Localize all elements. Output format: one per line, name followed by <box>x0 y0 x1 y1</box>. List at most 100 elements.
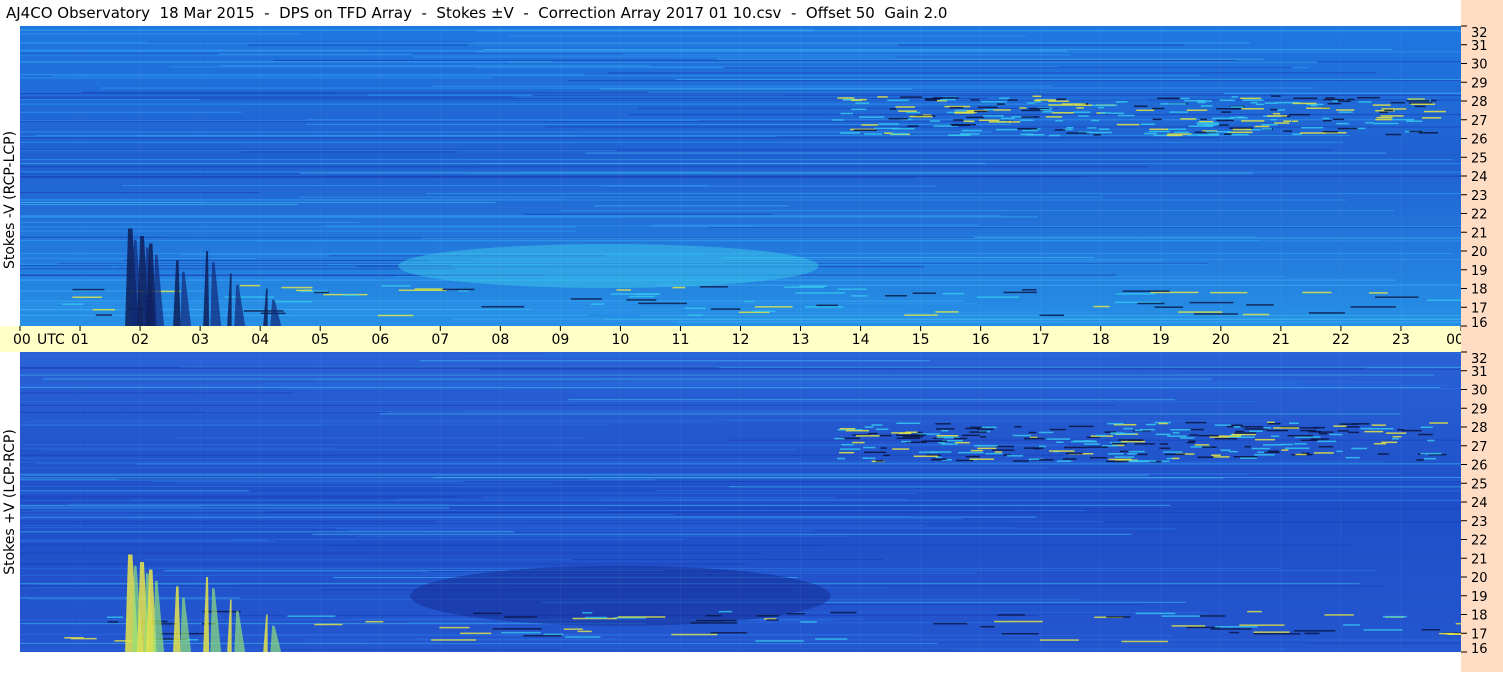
freq-tick-label: 23 <box>1471 515 1488 530</box>
rfi-line <box>800 621 816 623</box>
freq-tick-label: 17 <box>1471 627 1488 642</box>
activity-streak <box>1264 452 1279 454</box>
activity-streak <box>1165 454 1185 456</box>
rfi-line <box>1229 632 1239 634</box>
rfi-line <box>1247 611 1262 613</box>
activity-streak <box>1163 451 1183 453</box>
time-tick-label: 08 <box>491 332 509 348</box>
rfi-line <box>1155 306 1183 308</box>
freq-tick-label: 18 <box>1471 283 1488 298</box>
activity-streak <box>1073 440 1090 442</box>
time-tick-label: 11 <box>672 332 690 348</box>
activity-streak <box>878 123 899 125</box>
activity-streak <box>1282 449 1289 451</box>
noise-band <box>478 51 1461 52</box>
rfi-line <box>1343 624 1360 626</box>
freq-tick-label: 16 <box>1471 642 1488 657</box>
rfi-line <box>1040 639 1079 641</box>
time-tick-label: 14 <box>852 332 870 348</box>
noise-band <box>20 310 674 311</box>
rfi-line <box>885 295 907 297</box>
noise-band <box>20 204 298 205</box>
activity-streak <box>1086 132 1112 134</box>
activity-streak <box>1219 435 1241 437</box>
noise-band <box>20 387 1440 388</box>
noise-band <box>312 534 1131 535</box>
activity-streak <box>863 447 875 449</box>
activity-streak <box>1008 99 1018 101</box>
noise-band <box>20 475 1149 476</box>
noise-band <box>20 367 719 368</box>
activity-streak <box>1421 427 1433 429</box>
rfi-line <box>1116 293 1155 295</box>
noise-band <box>20 525 925 526</box>
top-panel-ylabel: Stokes -V (RCP-LCP) <box>2 131 18 269</box>
noise-band <box>52 75 1201 76</box>
activity-streak <box>1047 438 1070 440</box>
noise-band <box>594 205 789 206</box>
activity-streak <box>1167 135 1183 137</box>
time-tick-label: 18 <box>1092 332 1110 348</box>
activity-streak <box>1134 443 1154 445</box>
noise-band <box>20 486 739 487</box>
freq-tick-label: 16 <box>1471 316 1488 331</box>
activity-streak <box>876 460 884 462</box>
noise-band <box>545 126 1461 127</box>
activity-streak <box>1200 119 1207 121</box>
activity-streak <box>877 96 887 98</box>
noise-band <box>20 303 978 304</box>
freq-tick-label: 25 <box>1471 151 1488 166</box>
activity-streak <box>1300 132 1326 134</box>
activity-streak <box>1232 434 1256 436</box>
freq-tick-label: 22 <box>1471 208 1488 223</box>
activity-streak <box>1198 435 1219 437</box>
noise-band <box>563 649 1287 650</box>
noise-band <box>519 172 1461 173</box>
activity-streak <box>1300 427 1318 429</box>
activity-streak <box>1306 107 1330 109</box>
activity-streak <box>1091 120 1099 122</box>
noise-band <box>20 496 461 497</box>
rfi-line <box>591 303 605 305</box>
rfi-line <box>1305 633 1320 635</box>
activity-streak <box>1019 107 1026 109</box>
activity-streak <box>977 448 996 450</box>
activity-streak <box>1375 119 1392 121</box>
rfi-line <box>638 303 687 305</box>
rfi-line <box>1243 314 1269 316</box>
activity-streak <box>1050 429 1066 431</box>
noise-band <box>306 124 1011 125</box>
stokes-plus-v-spectrogram <box>20 352 1461 652</box>
rfi-line <box>752 310 775 312</box>
activity-streak <box>1216 120 1233 122</box>
activity-streak <box>1267 115 1287 117</box>
activity-streak <box>1084 443 1100 445</box>
activity-streak <box>1416 459 1424 461</box>
noise-band <box>20 166 1148 167</box>
activity-streak <box>1270 109 1277 111</box>
activity-streak <box>864 452 886 454</box>
activity-streak <box>936 428 955 430</box>
noise-band <box>20 33 300 34</box>
rfi-line <box>1194 313 1238 315</box>
rfi-line <box>816 305 838 307</box>
activity-streak <box>1271 435 1279 437</box>
noise-band <box>356 536 846 537</box>
activity-streak <box>1025 134 1044 136</box>
activity-streak <box>1402 430 1422 432</box>
activity-streak <box>1220 450 1230 452</box>
rfi-line <box>830 612 856 614</box>
rfi-line <box>64 637 83 639</box>
activity-streak <box>1014 426 1021 428</box>
noise-band <box>119 479 589 480</box>
activity-streak <box>834 438 844 440</box>
activity-streak <box>1090 457 1107 459</box>
rfi-line <box>1254 633 1301 635</box>
activity-streak <box>1268 423 1281 425</box>
activity-streak <box>921 440 946 442</box>
time-tick-label: 16 <box>972 332 990 348</box>
activity-streak <box>1381 115 1404 117</box>
activity-streak <box>1293 98 1317 100</box>
activity-streak <box>1378 453 1389 455</box>
activity-streak <box>1347 99 1354 101</box>
